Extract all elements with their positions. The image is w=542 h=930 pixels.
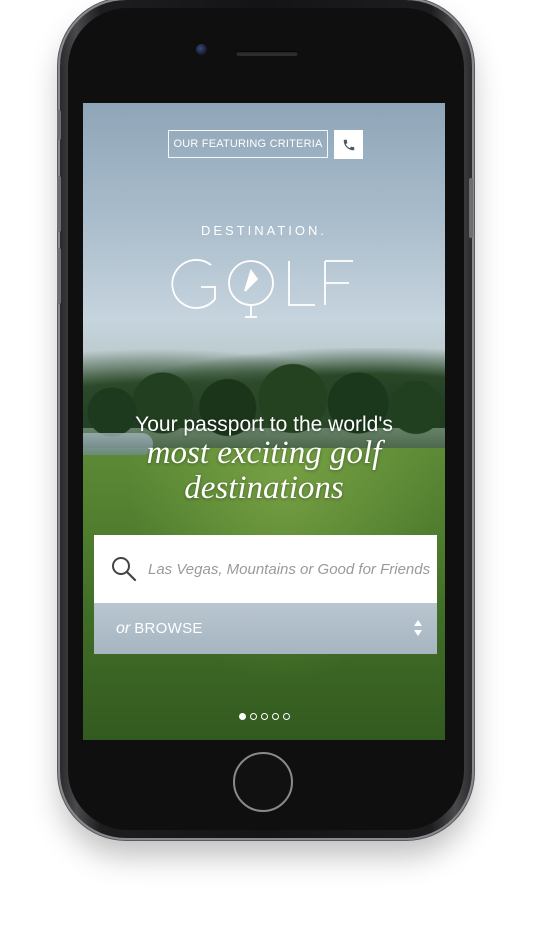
brand-destination-text: DESTINATION.	[200, 223, 328, 238]
phone-icon	[343, 139, 354, 150]
front-camera	[196, 44, 207, 55]
app-screen: OUR FEATURING CRITERIA DESTINATION. Your…	[83, 103, 445, 740]
featuring-criteria-label: OUR FEATURING CRITERIA	[173, 138, 323, 150]
golf-logo	[171, 259, 353, 318]
carousel-dot[interactable]	[282, 713, 290, 720]
browse-label: BROWSE	[134, 620, 203, 637]
carousel-dot[interactable]	[249, 713, 257, 720]
earpiece-speaker	[236, 51, 298, 56]
tagline-line-1: Your passport to the world's	[135, 413, 393, 436]
mute-switch	[57, 110, 61, 140]
carousel-dot[interactable]	[260, 713, 268, 720]
volume-up-button	[57, 176, 61, 232]
tagline-headline: most exciting golf destinations	[83, 436, 445, 506]
home-button[interactable]	[233, 752, 293, 812]
search-placeholder: Las Vegas, Mountains or Good for Friends	[148, 560, 431, 578]
call-button[interactable]	[334, 130, 363, 159]
power-button	[469, 178, 473, 238]
browse-select[interactable]: or BROWSE	[94, 603, 437, 654]
featuring-criteria-button[interactable]: OUR FEATURING CRITERIA	[168, 130, 328, 158]
search-icon	[112, 557, 137, 582]
volume-down-button	[57, 248, 61, 304]
carousel-dot[interactable]	[238, 713, 246, 720]
tagline-line-2: most exciting golf	[146, 435, 382, 471]
up-down-arrows-icon	[414, 620, 422, 636]
destination-search-input[interactable]: Las Vegas, Mountains or Good for Friends	[94, 535, 437, 603]
browse-prefix: or	[116, 619, 131, 637]
carousel-dot[interactable]	[271, 713, 279, 720]
carousel-pagination	[83, 713, 445, 720]
tagline-line-3: destinations	[184, 470, 344, 506]
